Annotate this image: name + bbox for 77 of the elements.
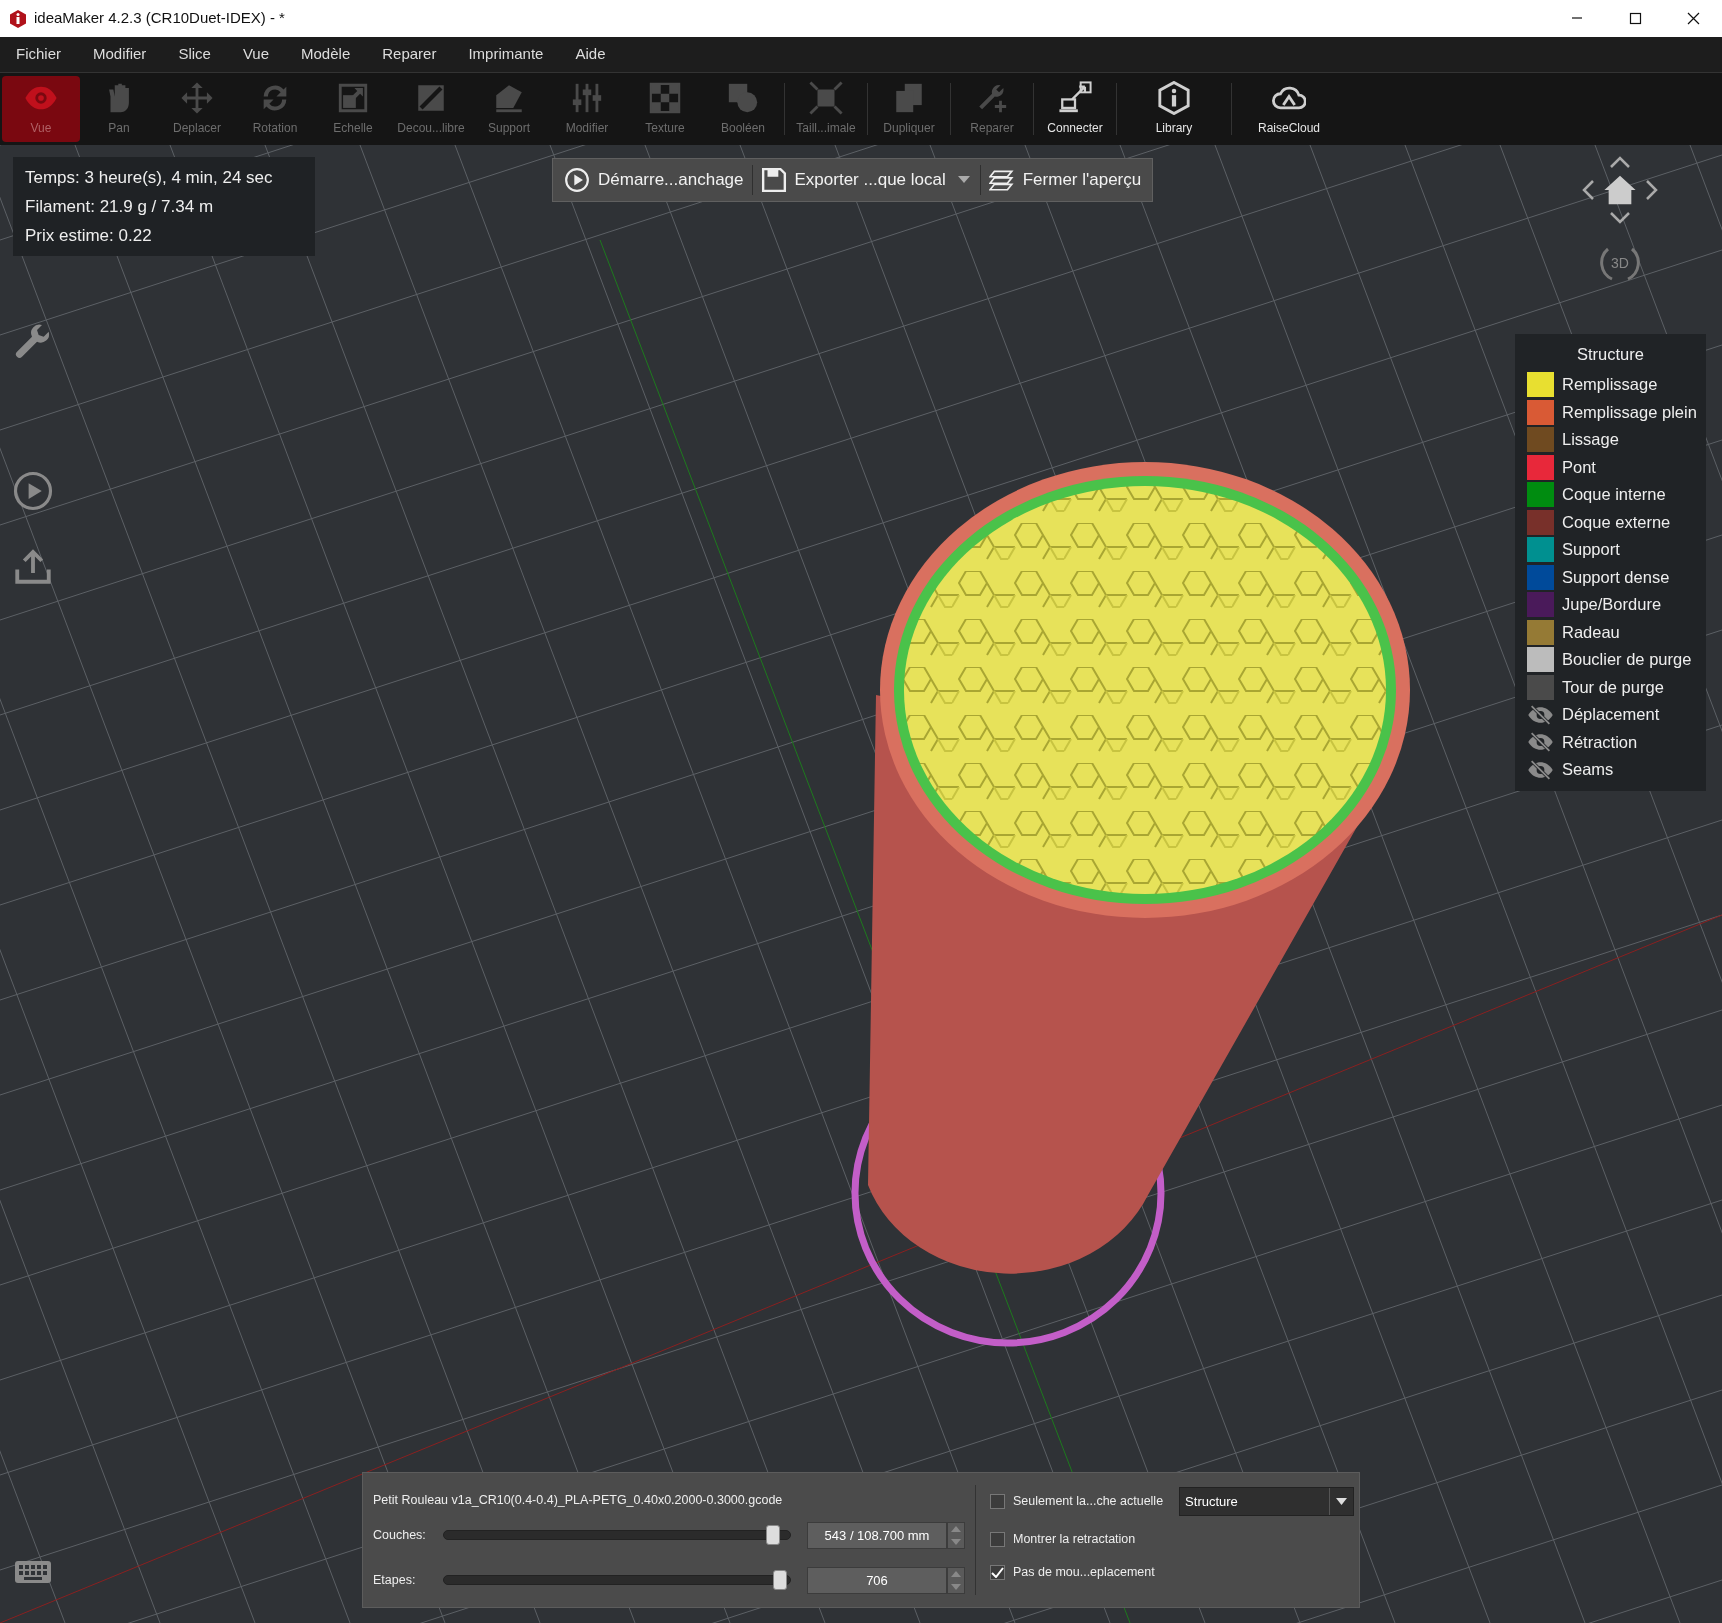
laptop-arrows-icon xyxy=(1058,81,1092,115)
toolbar-button[interactable]: RaiseCloud xyxy=(1234,76,1344,142)
legend-label: Déplacement xyxy=(1562,704,1660,726)
menu-item[interactable]: Reparer xyxy=(372,39,447,70)
stats-line: Temps: 3 heure(s), 4 min, 24 sec xyxy=(25,167,274,189)
legend-label: Coque interne xyxy=(1562,484,1666,506)
eye-slash-icon[interactable] xyxy=(1527,759,1554,780)
chevron-down-icon[interactable] xyxy=(1608,211,1632,225)
checkerboard-icon xyxy=(648,81,682,115)
toolbar-button[interactable]: Library xyxy=(1119,76,1229,142)
legend-label: Radeau xyxy=(1562,621,1620,643)
fit-square-icon xyxy=(809,81,843,115)
legend-label: Remplissage xyxy=(1562,374,1658,396)
stats-line: Prix estime: 0.22 xyxy=(25,225,153,247)
legend-title: Structure xyxy=(1576,344,1645,365)
action-button[interactable]: Exporter ...que local xyxy=(752,162,954,198)
legend-label: Coque externe xyxy=(1562,511,1671,533)
close-icon xyxy=(1686,12,1700,25)
toolbar-button[interactable]: Connecter xyxy=(1036,76,1114,142)
move-arrows-icon xyxy=(180,81,214,115)
legend-label: Rétraction xyxy=(1562,731,1638,753)
info-hexagon-icon xyxy=(1157,81,1191,115)
play-circle-icon xyxy=(564,167,590,193)
checkbox[interactable] xyxy=(990,1531,1005,1547)
slider-label: Couches: xyxy=(373,1526,427,1544)
checkbox[interactable] xyxy=(990,1564,1005,1580)
file-name: Petit Rouleau v1a_CR10(0.4-0.4)_PLA-PETG_0.40x0.2000-0.3000.gcode xyxy=(373,1492,784,1509)
value-field[interactable]: 706 xyxy=(807,1566,947,1594)
app-logo-icon xyxy=(10,9,26,28)
option-label: Montrer la retractation xyxy=(1013,1531,1136,1548)
chevron-up-icon[interactable] xyxy=(1608,155,1632,169)
eye-slash-icon[interactable] xyxy=(1527,732,1554,752)
menu-item[interactable]: Modèle xyxy=(291,39,361,70)
action-button[interactable]: Fermer l'aperçu xyxy=(980,162,1150,198)
legend-label: Lissage xyxy=(1562,429,1619,451)
menu-item[interactable]: Aide xyxy=(565,39,616,70)
menu-item[interactable]: Fichier xyxy=(6,39,71,70)
legend-label: Tour de purge xyxy=(1562,676,1664,698)
window-title: ideaMaker 4.2.3 (CR10Duet-IDEX) - * xyxy=(34,8,285,29)
value-field[interactable]: 543 / 108.700 mm xyxy=(807,1521,947,1549)
stacked-layers-icon xyxy=(988,167,1015,193)
checkbox[interactable] xyxy=(990,1494,1005,1509)
keyboard-icon[interactable] xyxy=(14,1558,52,1586)
maximize-icon xyxy=(1629,12,1641,25)
slider-handle[interactable] xyxy=(772,1570,787,1591)
view-3d-button[interactable]: 3D xyxy=(1598,241,1642,285)
eye-slash-icon[interactable] xyxy=(1527,704,1554,725)
action-button[interactable]: Démarre...anchage xyxy=(556,162,752,198)
caret-icon[interactable] xyxy=(957,176,970,184)
legend-label: Bouclier de purge xyxy=(1562,649,1692,671)
menu-item[interactable]: Modifier xyxy=(83,39,157,70)
legend-label: Support xyxy=(1562,539,1620,561)
slider-label: Etapes: xyxy=(373,1571,417,1589)
slider-handle[interactable] xyxy=(766,1525,781,1546)
legend-label: Remplissage plein xyxy=(1562,401,1697,423)
home-icon[interactable] xyxy=(1603,173,1637,207)
option-label: Pas de mou...eplacement xyxy=(1013,1563,1155,1581)
stats-line: Filament: 21.9 g / 7.34 m xyxy=(25,196,215,218)
legend-label: Jupe/Bordure xyxy=(1562,594,1662,616)
menu-item[interactable]: Imprimante xyxy=(458,39,554,70)
sliders-icon xyxy=(570,81,604,115)
play-circle-icon[interactable] xyxy=(12,470,54,512)
menu-item[interactable]: Slice xyxy=(168,39,221,70)
menu-item[interactable]: Vue xyxy=(232,39,280,70)
legend-label: Seams xyxy=(1562,759,1614,781)
legend-label: Support dense xyxy=(1562,566,1670,588)
chevron-right-icon[interactable] xyxy=(1645,178,1659,202)
spin-buttons[interactable] xyxy=(947,1521,965,1549)
scale-icon xyxy=(336,81,370,115)
minimize-icon xyxy=(1570,17,1583,19)
overlapping-shapes-icon xyxy=(726,81,760,115)
option-label: Seulement la...che actuelle xyxy=(1013,1493,1164,1511)
legend-label: Pont xyxy=(1562,456,1596,478)
spin-buttons[interactable] xyxy=(947,1566,965,1594)
mode-dropdown[interactable]: Structure xyxy=(1179,1487,1355,1516)
caret-icon xyxy=(1336,1498,1348,1505)
chevron-left-icon[interactable] xyxy=(1581,178,1595,202)
